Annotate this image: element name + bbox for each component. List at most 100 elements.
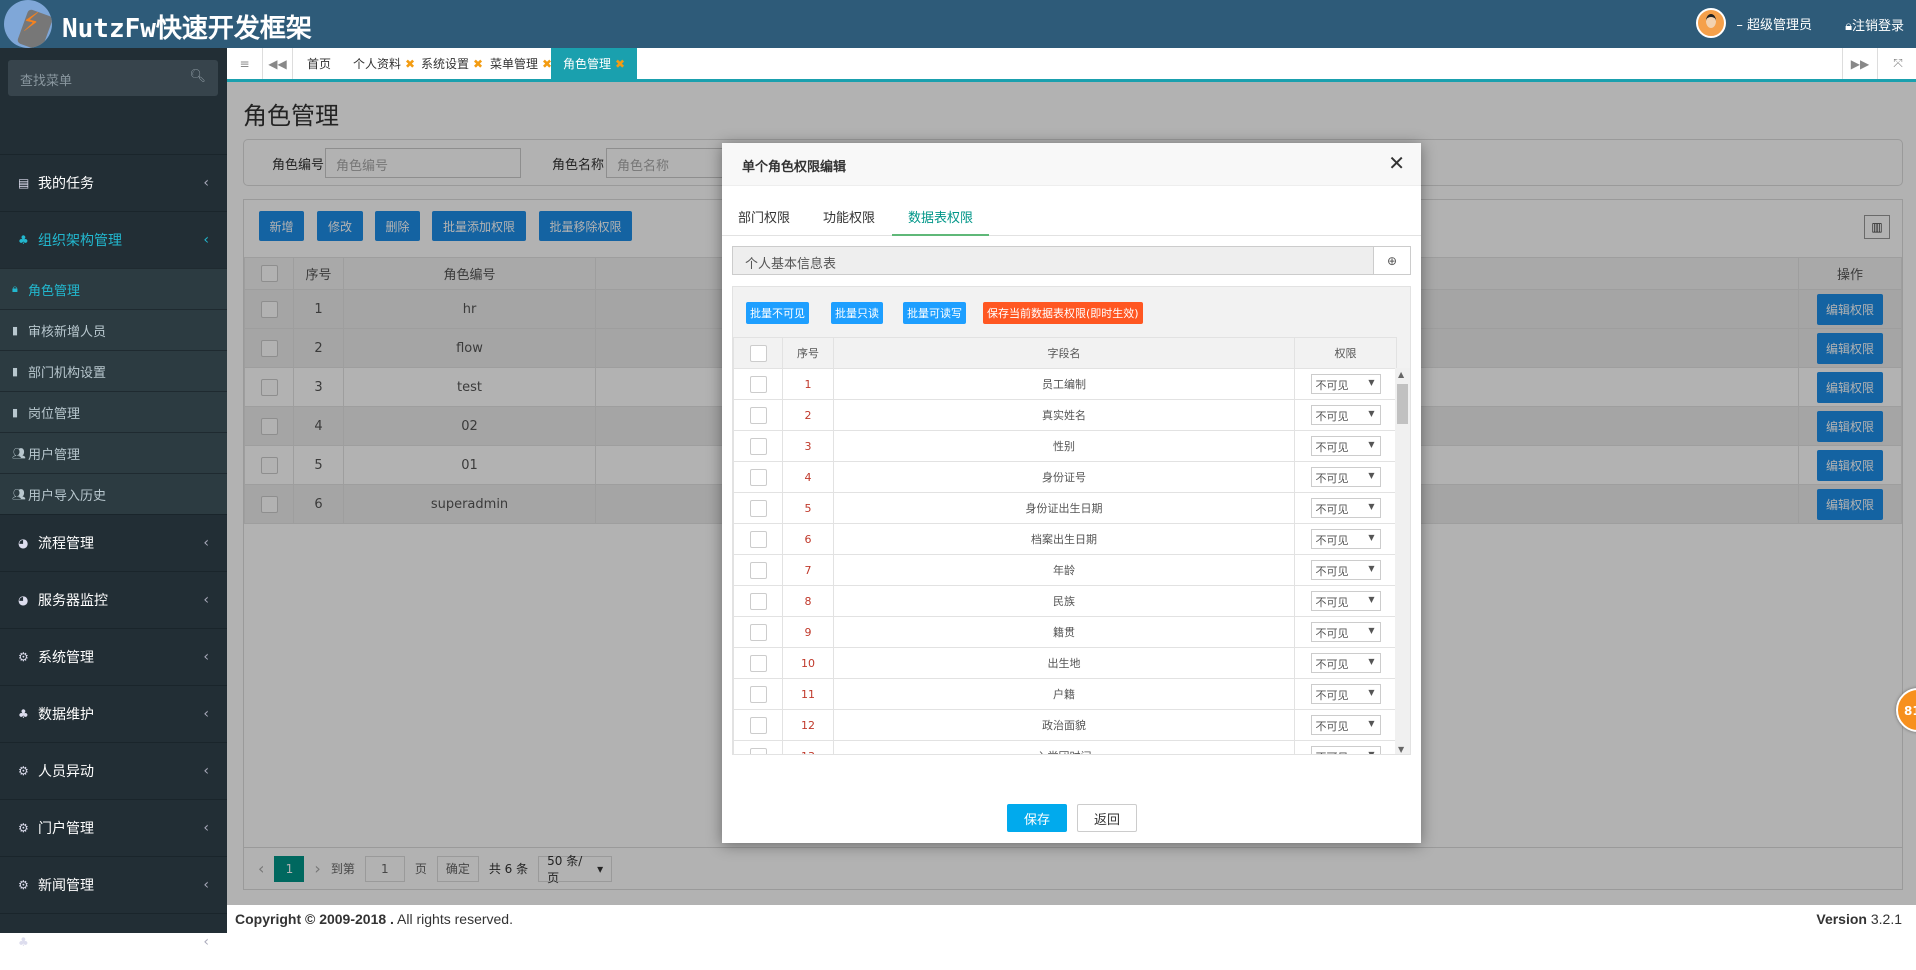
field-row: 13入党团时间 不可见 <box>733 740 1397 754</box>
menu-toggle-icon[interactable]: ≡ <box>227 48 263 79</box>
sidebar-item-9[interactable]: ♣ 信息审核 ‹ <box>0 913 227 970</box>
version-label: Version <box>1816 911 1867 927</box>
sidebar-item-7[interactable]: ⚙ 门户管理 ‹ <box>0 799 227 856</box>
field-checkbox[interactable] <box>733 554 783 586</box>
data-table-select[interactable]: 个人基本信息表 ⊕ <box>732 246 1411 275</box>
field-name: 政治面貌 <box>833 709 1295 741</box>
sidebar-subitem-label: 部门机构设置 <box>28 365 107 381</box>
close-icon[interactable]: ✕ <box>1388 151 1405 175</box>
permission-select[interactable]: 不可见 <box>1310 467 1381 487</box>
dashboard-icon: ◕ <box>18 593 29 607</box>
users-icon: 👥︎ <box>12 446 26 460</box>
field-checkbox[interactable] <box>733 647 783 679</box>
field-permission-cell: 不可见 <box>1294 461 1397 493</box>
field-row: 6 档案出生日期 不可见 <box>733 523 1397 555</box>
tab-function-permission[interactable]: 功能权限 <box>807 196 891 236</box>
permission-select[interactable]: 不可见 <box>1310 684 1381 704</box>
permission-select[interactable]: 不可见 <box>1310 498 1381 518</box>
save-button[interactable]: 保存 <box>1007 804 1067 832</box>
sidebar-item-label: 数据维护 <box>38 707 94 723</box>
field-permission-cell: 不可见 <box>1294 554 1397 586</box>
back-button[interactable]: 返回 <box>1077 804 1137 832</box>
field-checkbox[interactable] <box>733 461 783 493</box>
field-checkbox[interactable] <box>733 399 783 431</box>
menu-search-input[interactable]: 查找菜单 🔍︎ <box>8 60 218 96</box>
sitemap-icon: ♣ <box>18 233 29 247</box>
field-checkbox[interactable] <box>733 740 783 754</box>
sidebar-subitem-5[interactable]: 👥︎ 用户导入历史 <box>0 473 227 514</box>
field-checkbox[interactable] <box>733 368 783 400</box>
permission-select[interactable]: 不可见 <box>1310 436 1381 456</box>
field-checkbox[interactable] <box>733 523 783 555</box>
batch-invisible-button[interactable]: 批量不可见 <box>746 302 809 324</box>
tab-4[interactable]: 角色管理 ✖ <box>551 48 638 79</box>
field-checkbox[interactable] <box>733 616 783 648</box>
logout-label: 注销登录 <box>1851 19 1904 34</box>
save-table-permission-button[interactable]: 保存当前数据表权限(即时生效) <box>983 302 1143 324</box>
field-no: 7 <box>782 554 834 586</box>
field-row: 7 年龄 不可见 <box>733 554 1397 586</box>
sidebar-item-label: 系统管理 <box>38 650 94 666</box>
field-checkbox[interactable] <box>733 492 783 524</box>
batch-readwrite-button[interactable]: 批量可读写 <box>903 302 966 324</box>
cogs-icon: ⚙ <box>18 821 29 835</box>
fullscreen-icon[interactable]: ⤧ <box>1880 48 1916 79</box>
sidebar-item-6[interactable]: ⚙ 人员异动 ‹ <box>0 742 227 799</box>
field-checkbox[interactable] <box>733 430 783 462</box>
sidebar-subitem-2[interactable]: ▮ 部门机构设置 <box>0 350 227 391</box>
field-checkbox[interactable] <box>733 678 783 710</box>
tab-label: 系统设置 <box>421 57 470 71</box>
sidebar-item-5[interactable]: ♣ 数据维护 ‹ <box>0 685 227 742</box>
search-icon[interactable]: 🔍︎ <box>189 69 206 84</box>
sidebar-item-8[interactable]: ⚙ 新闻管理 ‹ <box>0 856 227 913</box>
close-tab-icon[interactable]: ✖ <box>615 57 625 71</box>
scroll-right-icon[interactable]: ▶▶ <box>1842 48 1878 79</box>
sidebar-item-1[interactable]: ♣ 组织架构管理 ‹ <box>0 211 227 268</box>
permission-select[interactable]: 不可见 <box>1310 715 1381 735</box>
permission-select[interactable]: 不可见 <box>1310 374 1381 394</box>
sidebar-subitem-label: 审核新增人员 <box>28 324 107 340</box>
sidebar-item-2[interactable]: ◕ 流程管理 ‹ <box>0 514 227 571</box>
tab-label: 个人资料 <box>353 57 402 71</box>
chevron-left-icon: ‹ <box>203 706 209 722</box>
tab-datatable-permission[interactable]: 数据表权限 <box>892 196 990 236</box>
lock-icon: 🔒︎ <box>1845 19 1852 34</box>
permission-select[interactable]: 不可见 <box>1310 622 1381 642</box>
permission-select[interactable]: 不可见 <box>1310 746 1381 754</box>
sidebar-item-0[interactable]: ▤ 我的任务 ‹ <box>0 154 227 211</box>
permission-select[interactable]: 不可见 <box>1310 560 1381 580</box>
field-checkbox[interactable] <box>733 585 783 617</box>
select-all-fields-checkbox[interactable] <box>733 337 783 369</box>
sidebar-item-label: 流程管理 <box>38 536 94 552</box>
chevron-left-icon: ‹ <box>203 820 209 836</box>
permission-select[interactable]: 不可见 <box>1310 653 1381 673</box>
sidebar-item-label: 我的任务 <box>38 176 94 192</box>
field-no: 1 <box>782 368 834 400</box>
scroll-left-icon[interactable]: ◀◀ <box>263 48 293 79</box>
user-menu[interactable]: – 超级管理员 <box>1696 8 1812 38</box>
sidebar-subitem-0[interactable]: 🔒︎ 角色管理 <box>0 268 227 309</box>
server-icon: ▤ <box>18 176 30 190</box>
sidebar-subitem-3[interactable]: ▮ 岗位管理 <box>0 391 227 432</box>
sidebar-subitem-1[interactable]: ▮ 审核新增人员 <box>0 309 227 350</box>
permission-select[interactable]: 不可见 <box>1310 529 1381 549</box>
tab-0[interactable]: 首页 <box>295 48 343 79</box>
sidebar-item-3[interactable]: ◕ 服务器监控 ‹ <box>0 571 227 628</box>
permission-select[interactable]: 不可见 <box>1310 591 1381 611</box>
download-circle-icon[interactable]: ⊕ <box>1373 247 1410 274</box>
field-checkbox[interactable] <box>733 709 783 741</box>
field-table-scrollbar[interactable]: ▲ ▼ <box>1395 368 1410 754</box>
permission-select[interactable]: 不可见 <box>1310 405 1381 425</box>
tab-dept-permission[interactable]: 部门权限 <box>722 196 806 236</box>
batch-readonly-button[interactable]: 批量只读 <box>831 302 883 324</box>
cogs-icon: ⚙ <box>18 764 29 778</box>
sidebar-subitem-label: 用户导入历史 <box>28 488 107 504</box>
sidebar-subitem-4[interactable]: 👥︎ 用户管理 <box>0 432 227 473</box>
lightning-icon: ⚡ <box>22 8 41 38</box>
field-row: 9 籍贯 不可见 <box>733 616 1397 648</box>
sidebar-item-4[interactable]: ⚙ 系统管理 ‹ <box>0 628 227 685</box>
logout-link[interactable]: 🔒︎注销登录 <box>1845 15 1904 34</box>
field-no: 5 <box>782 492 834 524</box>
col-header-no: 序号 <box>782 337 834 369</box>
field-row: 4 身份证号 不可见 <box>733 461 1397 493</box>
